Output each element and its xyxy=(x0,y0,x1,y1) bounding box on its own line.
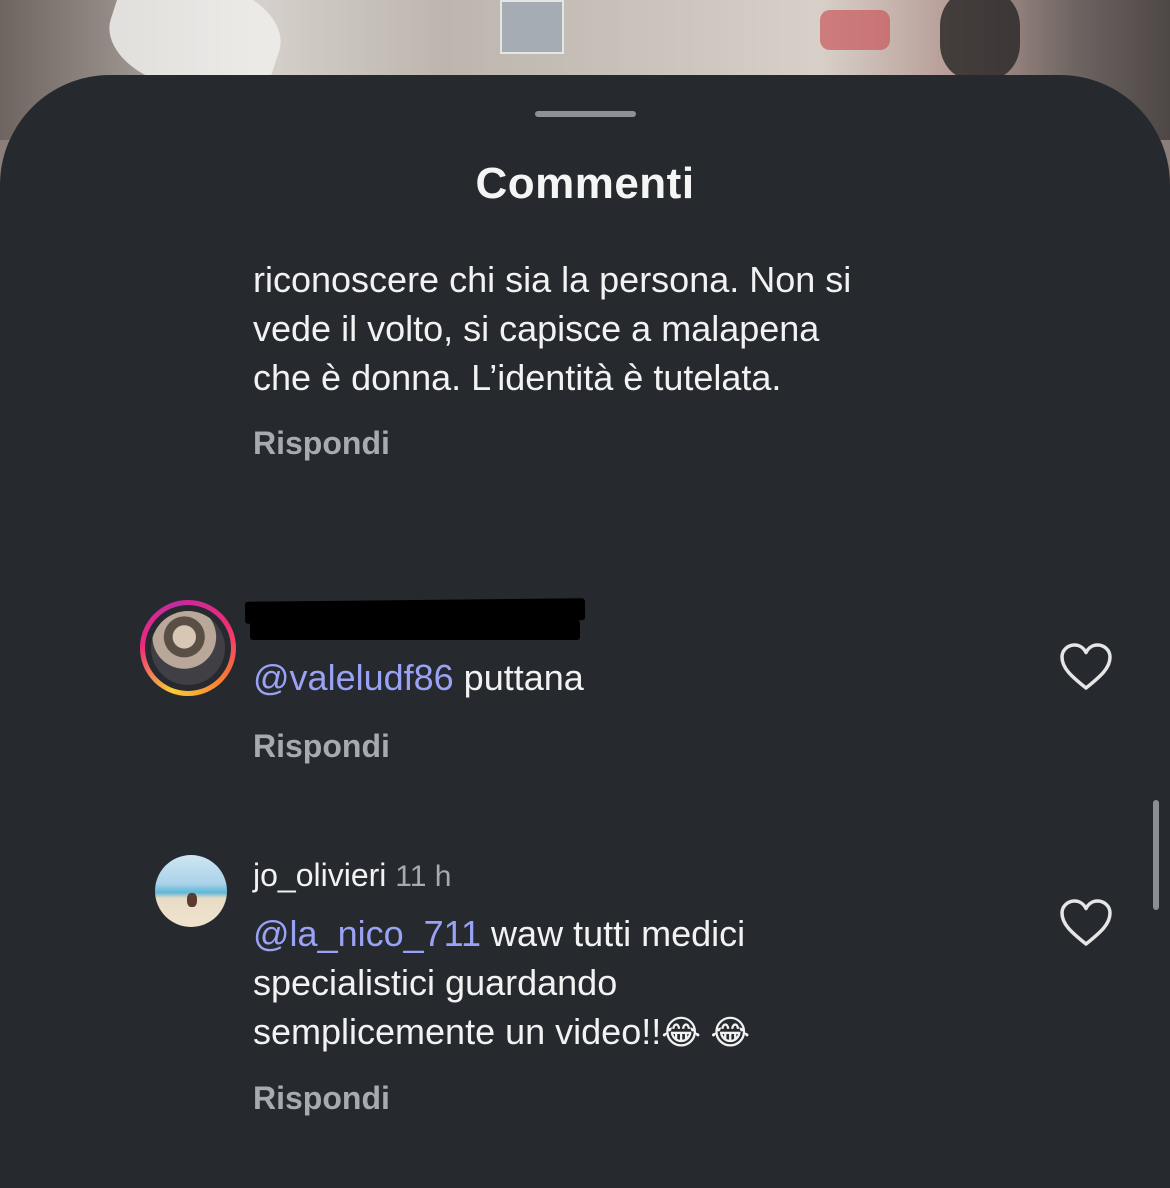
comment-text: puttana xyxy=(453,657,584,698)
username[interactable]: jo_olivieri xyxy=(253,857,386,893)
comment-line: semplicemente un video!! xyxy=(253,1011,662,1052)
heart-icon[interactable] xyxy=(1059,642,1113,692)
comment-body: @la_nico_711 waw tutti medici specialist… xyxy=(253,909,750,1056)
mention-link[interactable]: @la_nico_711 xyxy=(253,913,481,954)
redacted-username xyxy=(250,620,580,640)
reply-button[interactable]: Rispondi xyxy=(253,728,390,765)
avatar[interactable] xyxy=(155,855,227,927)
laughing-emoji: 😂 😂 xyxy=(661,1014,751,1052)
comments-sheet: Commenti riconoscere chi sia la persona.… xyxy=(0,75,1170,1188)
avatar-photo xyxy=(187,893,197,907)
sheet-drag-handle[interactable] xyxy=(535,111,636,117)
video-blur-shape xyxy=(820,10,890,50)
video-blur-shape xyxy=(940,0,1020,80)
comment-line: riconoscere chi sia la persona. Non si xyxy=(253,259,852,300)
heart-icon[interactable] xyxy=(1059,898,1113,948)
avatar-photo xyxy=(151,611,225,685)
mention-link[interactable]: @valeludf86 xyxy=(253,657,454,698)
reply-button[interactable]: Rispondi xyxy=(253,1080,390,1117)
avatar[interactable] xyxy=(140,600,236,696)
scrollbar[interactable] xyxy=(1153,800,1159,910)
sheet-title: Commenti xyxy=(475,159,695,208)
comment-line: che è donna. L’identità è tutelata. xyxy=(253,357,782,398)
reply-button[interactable]: Rispondi xyxy=(253,425,390,462)
comment-body: riconoscere chi sia la persona. Non si v… xyxy=(253,255,851,402)
video-blur-shape xyxy=(500,0,564,54)
comment-line: specialistici guardando xyxy=(253,962,618,1003)
comment-body: @valeludf86 puttana xyxy=(253,653,584,702)
comment-line: waw tutti medici xyxy=(481,913,746,954)
comment-username-row: jo_olivieri 11 h xyxy=(253,857,451,894)
comment-line: vede il volto, si capisce a malapena xyxy=(253,308,820,349)
comment-time: 11 h xyxy=(395,860,452,893)
